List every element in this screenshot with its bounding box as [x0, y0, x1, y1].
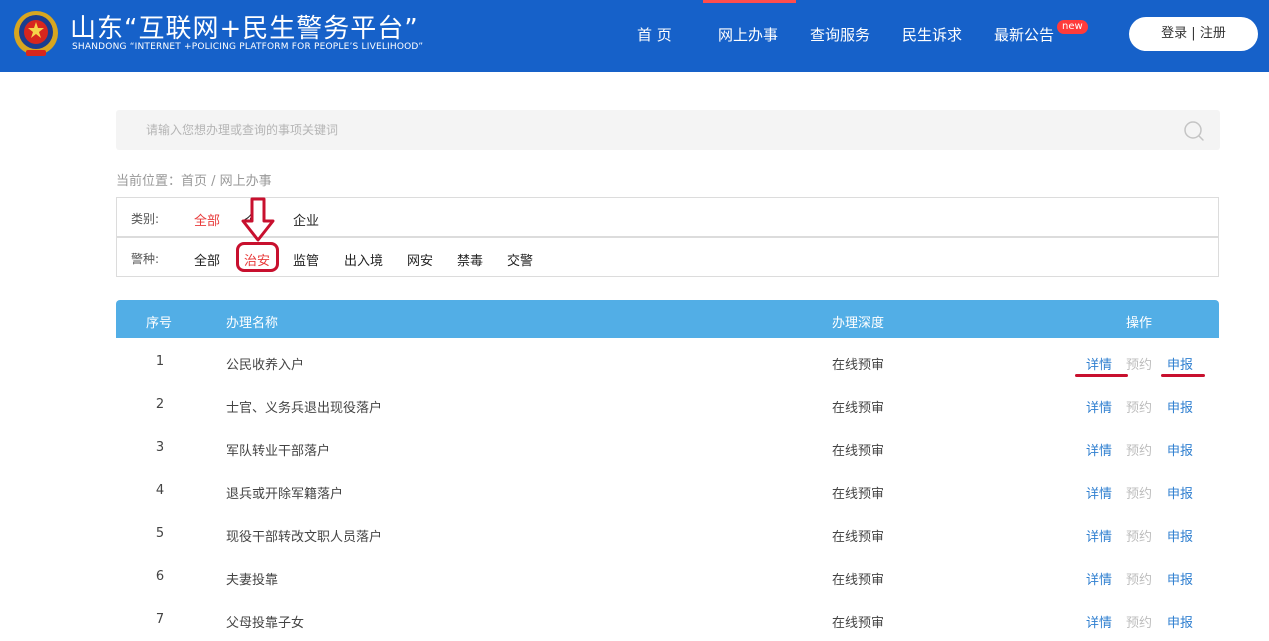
search-bar [116, 110, 1220, 150]
reserve-link[interactable]: 预约 [1126, 569, 1152, 588]
table-row: 1 公民收养入户 在线预审 详情 预约 申报 [116, 340, 1219, 383]
row-number: 1 [155, 354, 165, 369]
col-header-depth: 办理深度 [832, 316, 885, 331]
police-type-option-supervision[interactable]: 监管 [293, 250, 319, 269]
site-header: 山东“互联网+民生警务平台” SHANDONG “INTERNET +POLIC… [0, 0, 1269, 72]
col-header-no: 序号 [146, 316, 173, 331]
nav-query-service[interactable]: 查询服务 [810, 24, 870, 45]
detail-link[interactable]: 详情 [1086, 526, 1112, 545]
login-register-button[interactable]: 登录 | 注册 [1129, 17, 1258, 51]
nav-announcements[interactable]: 最新公告 [994, 24, 1054, 45]
apply-link[interactable]: 申报 [1167, 569, 1193, 588]
row-depth: 在线预审 [832, 573, 885, 588]
category-filter: 类别: 全部 个人 企业 [116, 197, 1219, 237]
row-depth: 在线预审 [832, 401, 885, 416]
row-name: 现役干部转改文职人员落户 [226, 530, 383, 545]
table-header: 序号 办理名称 办理深度 操作 [116, 300, 1219, 338]
row-depth: 在线预审 [832, 444, 885, 459]
table-row: 3 军队转业干部落户 在线预审 详情 预约 申报 [116, 426, 1219, 469]
row-number: 4 [155, 483, 165, 498]
apply-link[interactable]: 申报 [1167, 397, 1193, 416]
row-depth: 在线预审 [832, 616, 885, 631]
category-option-enterprise[interactable]: 企业 [293, 210, 319, 229]
police-type-option-cyber[interactable]: 网安 [407, 250, 433, 269]
row-number: 6 [155, 569, 165, 584]
nav-appeals[interactable]: 民生诉求 [902, 24, 962, 45]
search-icon[interactable] [1182, 119, 1206, 143]
row-depth: 在线预审 [832, 358, 885, 373]
reserve-link[interactable]: 预约 [1126, 440, 1152, 459]
table-row: 5 现役干部转改文职人员落户 在线预审 详情 预约 申报 [116, 512, 1219, 555]
reserve-link[interactable]: 预约 [1126, 354, 1152, 373]
table-row: 7 父母投靠子女 在线预审 详情 预约 申报 [116, 598, 1219, 641]
row-name: 士官、义务兵退出现役落户 [226, 401, 383, 416]
row-depth: 在线预审 [832, 487, 885, 502]
row-name: 退兵或开除军籍落户 [226, 487, 344, 502]
reserve-link[interactable]: 预约 [1126, 612, 1152, 631]
annotation-arrow-icon [241, 197, 275, 242]
col-header-actions: 操作 [1126, 316, 1153, 331]
police-type-option-traffic[interactable]: 交警 [507, 250, 533, 269]
police-emblem-icon[interactable] [12, 9, 60, 59]
row-number: 5 [155, 526, 165, 541]
detail-link[interactable]: 详情 [1086, 569, 1112, 588]
nav-home[interactable]: 首 页 [637, 24, 672, 45]
detail-link[interactable]: 详情 [1086, 440, 1112, 459]
row-name: 父母投靠子女 [226, 616, 305, 631]
row-number: 7 [155, 612, 165, 627]
breadcrumb: 当前位置：首页 / 网上办事 [116, 174, 272, 189]
reserve-link[interactable]: 预约 [1126, 483, 1152, 502]
apply-link[interactable]: 申报 [1167, 612, 1193, 631]
apply-link[interactable]: 申报 [1167, 483, 1193, 502]
detail-link[interactable]: 详情 [1086, 612, 1112, 631]
reserve-link[interactable]: 预约 [1126, 397, 1152, 416]
police-type-option-narcotics[interactable]: 禁毒 [457, 250, 483, 269]
table-row: 4 退兵或开除军籍落户 在线预审 详情 预约 申报 [116, 469, 1219, 512]
detail-link[interactable]: 详情 [1086, 397, 1112, 416]
detail-link[interactable]: 详情 [1086, 354, 1112, 373]
site-title: 山东“互联网+民生警务平台” [70, 14, 419, 44]
apply-link[interactable]: 申报 [1167, 354, 1193, 373]
nav-online-service[interactable]: 网上办事 [718, 24, 778, 45]
reserve-link[interactable]: 预约 [1126, 526, 1152, 545]
col-header-name: 办理名称 [226, 316, 279, 331]
new-badge: new [1057, 20, 1088, 34]
police-type-filter: 警种: 全部 治安 监管 出入境 网安 禁毒 交警 [116, 237, 1219, 277]
row-number: 3 [155, 440, 165, 455]
search-input[interactable] [146, 121, 1146, 139]
police-type-option-all[interactable]: 全部 [194, 250, 220, 269]
row-name: 夫妻投靠 [226, 573, 279, 588]
annotation-highlight-box [236, 242, 279, 272]
police-type-option-immigration[interactable]: 出入境 [344, 250, 383, 269]
table-row: 6 夫妻投靠 在线预审 详情 预约 申报 [116, 555, 1219, 598]
row-name: 公民收养入户 [226, 358, 305, 373]
police-type-label: 警种: [131, 252, 160, 266]
row-depth: 在线预审 [832, 530, 885, 545]
table-row: 2 士官、义务兵退出现役落户 在线预审 详情 预约 申报 [116, 383, 1219, 426]
row-number: 2 [155, 397, 165, 412]
detail-link[interactable]: 详情 [1086, 483, 1112, 502]
category-label: 类别: [131, 212, 160, 226]
apply-link[interactable]: 申报 [1167, 526, 1193, 545]
apply-link[interactable]: 申报 [1167, 440, 1193, 459]
category-option-all[interactable]: 全部 [194, 210, 220, 229]
row-name: 军队转业干部落户 [226, 444, 331, 459]
nav-active-indicator [703, 0, 796, 3]
site-subtitle: SHANDONG “INTERNET +POLICING PLATFORM FO… [72, 42, 424, 52]
